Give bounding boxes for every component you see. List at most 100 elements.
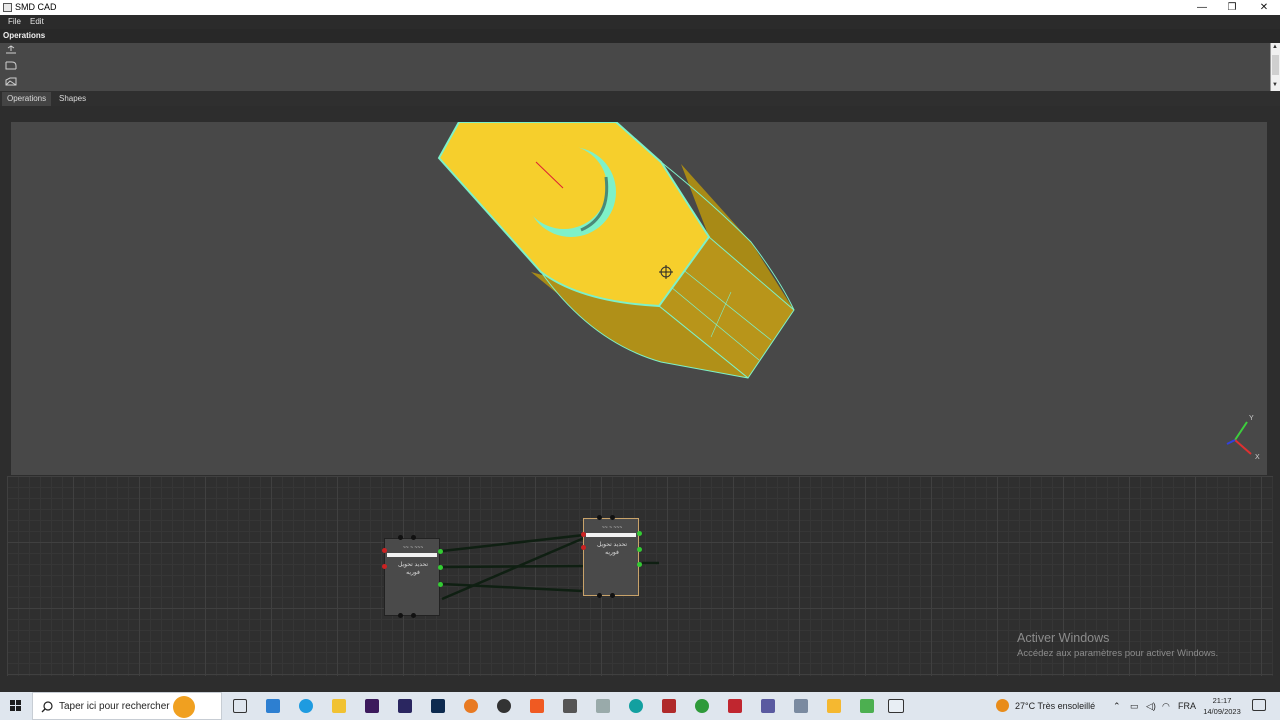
output-port[interactable] [637, 562, 642, 567]
connection-wire [441, 533, 585, 553]
top-port[interactable] [610, 515, 615, 520]
bottom-port[interactable] [597, 593, 602, 598]
scrollbar-thumb[interactable] [1272, 55, 1279, 75]
node-text-line: فوريه [605, 550, 619, 556]
scroll-down-icon[interactable]: ▼ [1272, 82, 1278, 88]
taskbar-clock[interactable]: 21:17 14/09/2023 [1197, 695, 1247, 717]
task-view-icon[interactable] [233, 699, 247, 713]
notes-icon[interactable] [827, 699, 841, 713]
node-header [387, 553, 437, 557]
app-icon[interactable] [794, 699, 808, 713]
app-icon[interactable] [860, 699, 874, 713]
node-caption: ~~ ~ ~~~ [402, 545, 424, 551]
labview-icon[interactable] [662, 699, 676, 713]
battery-icon[interactable]: ▭ [1130, 701, 1139, 712]
vscode-icon[interactable] [266, 699, 280, 713]
input-port[interactable] [581, 545, 586, 550]
fillet-tool-icon[interactable] [4, 60, 18, 70]
photoshop-icon[interactable] [431, 699, 445, 713]
weather-icon[interactable] [996, 699, 1009, 712]
notification-icon[interactable] [1252, 699, 1266, 711]
search-icon [41, 701, 53, 713]
output-port[interactable] [438, 549, 443, 554]
top-port[interactable] [411, 535, 416, 540]
hole-boss [521, 145, 607, 229]
panel-tabs: Operations Shapes [0, 91, 1280, 106]
node-caption: ~~ ~ ~~~ [601, 525, 623, 531]
windows-start-icon[interactable] [0, 692, 32, 720]
epic-games-icon[interactable] [530, 699, 544, 713]
node-text: تحديد تحويل فوريه [587, 541, 637, 557]
search-highlight-icon [173, 696, 195, 718]
solidworks-icon[interactable] [728, 699, 742, 713]
taskbar: Taper ici pour rechercher 27°C Très enso… [0, 692, 1280, 720]
top-port[interactable] [398, 535, 403, 540]
app-icon [3, 3, 12, 12]
3d-model: Y X [437, 121, 1260, 461]
taskbar-search-box[interactable]: Taper ici pour rechercher [32, 692, 222, 720]
volume-icon[interactable]: ◁) [1146, 701, 1156, 712]
bottom-port[interactable] [610, 593, 615, 598]
weather-text[interactable]: 27°C Très ensoleillé [1015, 701, 1095, 711]
node-text-line: تحديد تحويل [596, 542, 628, 548]
operations-panel-header: Operations [0, 29, 1280, 43]
input-port[interactable] [581, 532, 586, 537]
top-port[interactable] [597, 515, 602, 520]
clock-time: 21:17 [1212, 696, 1232, 705]
premiere-icon[interactable] [365, 699, 379, 713]
output-port[interactable] [438, 582, 443, 587]
output-port[interactable] [637, 547, 642, 552]
obs-icon[interactable] [497, 699, 511, 713]
window-title: SMD CAD [15, 2, 57, 12]
anaconda-icon[interactable] [695, 699, 709, 713]
chevron-up-icon[interactable]: ⌃ [1113, 701, 1121, 712]
menu-edit[interactable]: Edit [30, 17, 44, 26]
tab-shapes[interactable]: Shapes [54, 92, 91, 106]
bottom-port[interactable] [411, 613, 416, 618]
tab-operations[interactable]: Operations [2, 92, 52, 106]
wifi-icon[interactable]: ◠ [1162, 701, 1170, 712]
node-connections [441, 533, 659, 601]
axis-gizmo-icon: Y X [1226, 415, 1260, 461]
minimize-button[interactable]: — [1187, 0, 1217, 15]
3d-viewport[interactable]: Y X [11, 121, 1267, 475]
blender-icon[interactable] [464, 699, 478, 713]
app-icon[interactable] [761, 699, 775, 713]
bottom-port[interactable] [398, 613, 403, 618]
operations-panel-title: Operations [3, 31, 46, 40]
input-port[interactable] [382, 564, 387, 569]
language-indicator[interactable]: FRA [1178, 701, 1196, 711]
activation-watermark-subtitle: Accédez aux paramètres pour activer Wind… [1017, 648, 1219, 659]
node-1[interactable]: ~~ ~ ~~~ تحديد تحويل فوريه [382, 535, 443, 618]
input-port[interactable] [382, 548, 387, 553]
search-placeholder: Taper ici pour rechercher [59, 701, 170, 712]
chamfer-tool-icon[interactable] [4, 76, 18, 86]
scroll-up-icon[interactable]: ▲ [1272, 44, 1278, 50]
output-port[interactable] [637, 531, 642, 536]
menu-file[interactable]: File [8, 17, 21, 26]
connection-wire [441, 564, 585, 569]
node-2[interactable]: ~~ ~ ~~~ تحديد تحويل فوريه [581, 515, 642, 598]
extrude-tool-icon[interactable] [4, 45, 18, 55]
node-header [586, 533, 636, 537]
operations-toolbar [0, 43, 1280, 91]
maximize-button[interactable]: ❐ [1217, 0, 1247, 15]
terminal-icon[interactable] [563, 699, 577, 713]
node-text-line: تحديد تحويل [397, 562, 429, 568]
window-titlebar: SMD CAD — ❐ ✕ [0, 0, 1280, 15]
clock-date: 14/09/2023 [1203, 707, 1241, 716]
smd-cad-icon[interactable] [888, 699, 904, 713]
app-icon[interactable] [596, 699, 610, 713]
node-editor[interactable]: ~~ ~ ~~~ تحديد تحويل فوريه ~~ ~ ~~~ تحدي… [7, 476, 1273, 676]
output-port[interactable] [438, 565, 443, 570]
axis-y-label: Y [1249, 415, 1254, 422]
visual-studio-icon[interactable] [398, 699, 412, 713]
node-text-line: فوريه [406, 570, 420, 576]
edge-browser-icon[interactable] [299, 699, 313, 713]
file-explorer-icon[interactable] [332, 699, 346, 713]
activation-watermark-title: Activer Windows [1017, 631, 1110, 645]
toolbar-scrollbar[interactable]: ▲ ▼ [1270, 43, 1280, 91]
close-button[interactable]: ✕ [1249, 0, 1279, 15]
arduino-icon[interactable] [629, 699, 643, 713]
menu-bar: File Edit [0, 15, 1280, 29]
